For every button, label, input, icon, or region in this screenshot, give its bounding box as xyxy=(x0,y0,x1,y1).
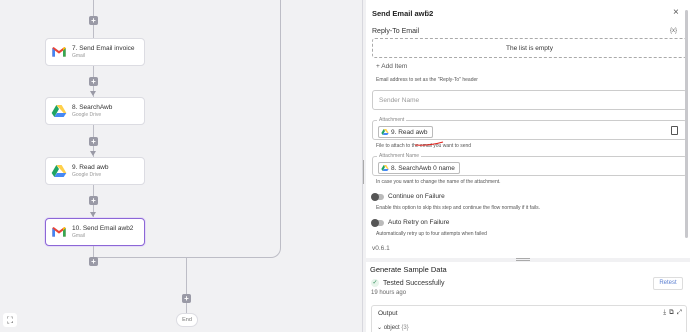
object-count: {3} xyxy=(401,325,409,331)
step-node-searchawb[interactable]: 8. SearchAwb Google Drive xyxy=(45,97,145,125)
google-drive-icon xyxy=(381,164,389,172)
attachment-name-field[interactable]: Attachment Name 8. SearchAwb 0 name xyxy=(372,153,687,176)
add-step-button[interactable]: + xyxy=(89,257,98,266)
continue-on-failure-label: Continue on Failure xyxy=(388,193,445,200)
copy-icon[interactable]: ⧉ xyxy=(669,309,674,317)
object-type-label: object xyxy=(383,325,400,331)
add-step-button[interactable]: + xyxy=(89,137,98,146)
add-step-button[interactable]: + xyxy=(89,196,98,205)
attachment-name-help: In case you want to change the name of t… xyxy=(376,179,501,185)
sender-name-field[interactable]: Sender Name xyxy=(372,90,687,110)
arrow-down-icon xyxy=(90,151,96,156)
google-drive-icon xyxy=(381,128,389,136)
sender-name-placeholder: Sender Name xyxy=(379,97,420,104)
add-step-button[interactable]: + xyxy=(89,77,98,86)
dynamic-value-toggle[interactable]: {x} xyxy=(670,28,677,34)
attachment-name-chip[interactable]: 8. SearchAwb 0 name xyxy=(378,162,460,174)
gmail-icon xyxy=(51,224,67,240)
step-title: 8. SearchAwb xyxy=(72,104,113,111)
download-icon[interactable]: ⤓ xyxy=(663,309,666,317)
step-node-send-email-invoice[interactable]: 7. Send Email invoice Gmail xyxy=(45,38,145,66)
version-label: v0.6.1 xyxy=(372,245,390,252)
close-icon[interactable]: × xyxy=(673,7,679,18)
add-step-button[interactable]: + xyxy=(182,294,191,303)
reply-to-list: The list is empty xyxy=(372,38,687,58)
auto-retry-toggle[interactable] xyxy=(371,218,384,227)
attachment-chip-label: 9. Read awb xyxy=(391,128,428,136)
gmail-icon xyxy=(51,44,67,60)
arrow-down-icon xyxy=(90,212,96,217)
auto-retry-row[interactable]: Auto Retry on Failure xyxy=(371,218,450,227)
panel-scrollbar[interactable] xyxy=(685,10,688,238)
step-subtitle: Gmail xyxy=(72,233,86,239)
check-icon: ✓ xyxy=(371,279,379,287)
file-icon[interactable] xyxy=(671,126,678,135)
attachment-chip[interactable]: 9. Read awb xyxy=(378,126,433,138)
step-node-send-email-awb2[interactable]: 10. Send Email awb2 Gmail xyxy=(45,218,145,246)
add-item-button[interactable]: + Add Item xyxy=(376,63,407,70)
expand-icon[interactable]: ⤢ xyxy=(677,309,682,317)
attachment-name-legend: Attachment Name xyxy=(377,153,422,159)
arrow-down-icon xyxy=(90,91,96,96)
chevron-down-icon[interactable]: ⌄ xyxy=(377,325,382,331)
step-subtitle: Google Drive xyxy=(72,112,102,118)
step-title: 10. Send Email awb2 xyxy=(72,225,134,232)
output-label: Output xyxy=(378,310,398,317)
annotation-underline xyxy=(414,141,444,146)
google-drive-icon xyxy=(51,103,67,119)
add-step-button[interactable]: + xyxy=(89,16,98,25)
reply-to-help: Email address to set as the "Reply-To" h… xyxy=(376,77,478,83)
attachment-legend: Attachment xyxy=(377,117,407,123)
sample-data-panel: Generate Sample Data ✓ Tested Successful… xyxy=(366,262,690,332)
workflow-canvas[interactable]: + 7. Send Email invoice Gmail + 8. Searc… xyxy=(0,0,362,332)
output-box: Output ⤓ ⧉ ⤢ ⌄ object {3} xyxy=(371,305,687,332)
test-timestamp: 19 hours ago xyxy=(371,290,407,296)
test-status-label: Tested Successfully xyxy=(383,279,445,287)
continue-help: Enable this option to skip this step and… xyxy=(376,205,540,211)
step-title: 9. Read awb xyxy=(72,164,109,171)
step-node-read-awb[interactable]: 9. Read awb Google Drive xyxy=(45,157,145,185)
auto-retry-label: Auto Retry on Failure xyxy=(388,219,450,226)
auto-retry-help: Automatically retry up to four attempts … xyxy=(376,231,487,237)
test-status: ✓ Tested Successfully xyxy=(371,279,444,287)
step-subtitle: Google Drive xyxy=(72,172,102,178)
sample-data-title: Generate Sample Data xyxy=(370,265,447,274)
attachment-name-chip-label: 8. SearchAwb 0 name xyxy=(391,164,455,172)
step-subtitle: Gmail xyxy=(72,53,86,59)
branch-connector-bottom xyxy=(95,257,187,258)
retest-button[interactable]: Retest xyxy=(653,277,683,290)
output-tree-root[interactable]: ⌄ object {3} xyxy=(377,324,409,331)
step-title: 7. Send Email invoice xyxy=(72,45,135,52)
vertical-resize-handle[interactable] xyxy=(516,258,530,261)
step-settings-panel: Send Email awb2 ✎ × Reply-To Email {x} T… xyxy=(366,0,690,258)
continue-on-failure-toggle[interactable] xyxy=(371,192,384,201)
end-node: End xyxy=(176,313,198,327)
reply-to-label: Reply-To Email xyxy=(372,28,420,35)
connector-line xyxy=(186,258,187,313)
attachment-field[interactable]: Attachment 9. Read awb xyxy=(372,117,687,140)
google-drive-icon xyxy=(51,163,67,179)
fit-view-button[interactable]: ⛶ xyxy=(3,313,17,327)
continue-on-failure-row[interactable]: Continue on Failure xyxy=(371,192,445,201)
pencil-icon[interactable]: ✎ xyxy=(425,9,431,17)
